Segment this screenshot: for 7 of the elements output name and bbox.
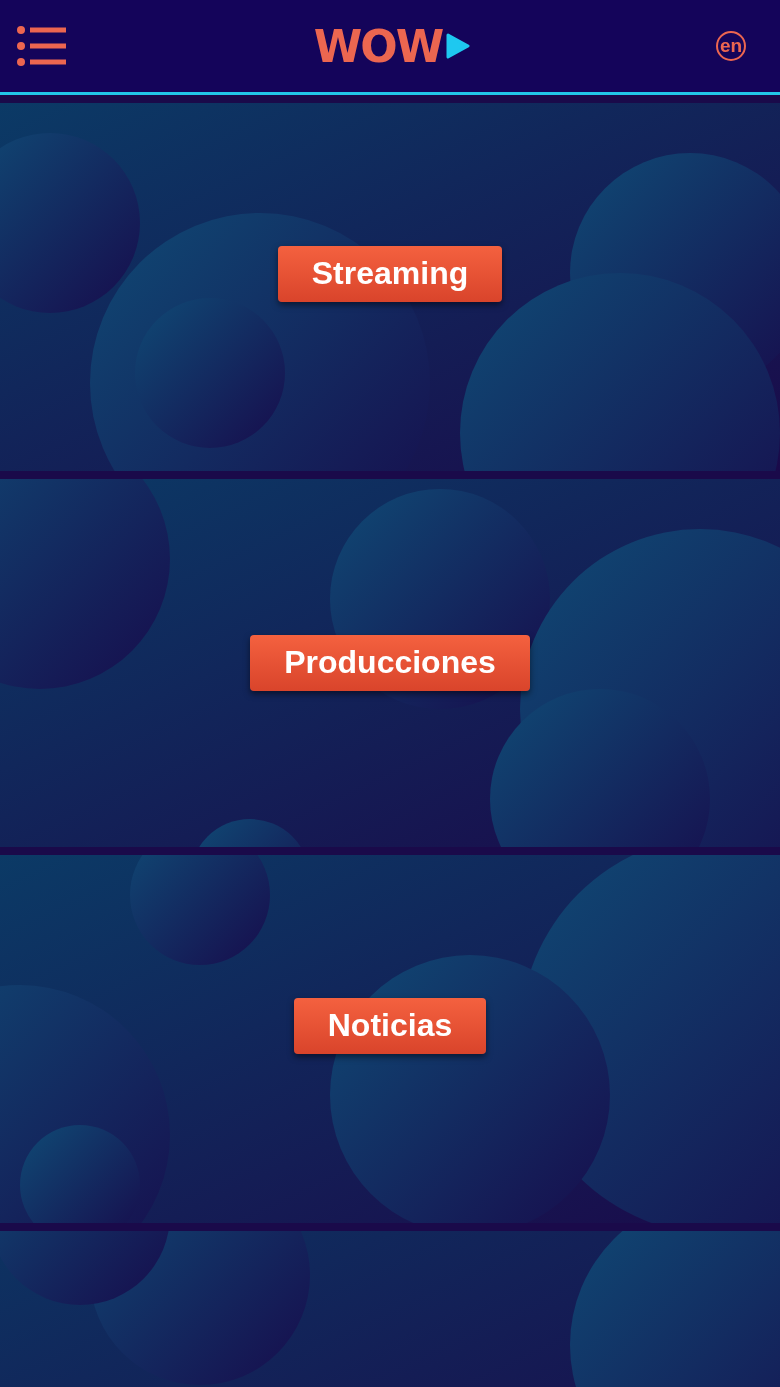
section-button[interactable]: Producciones (250, 635, 530, 691)
logo: WOW (313, 20, 443, 72)
play-icon (446, 33, 471, 59)
section-button[interactable]: Noticias (293, 998, 487, 1054)
language-button[interactable]: en (716, 31, 746, 61)
menu-icon[interactable] (16, 26, 68, 66)
section-button[interactable]: Streaming (277, 246, 503, 302)
